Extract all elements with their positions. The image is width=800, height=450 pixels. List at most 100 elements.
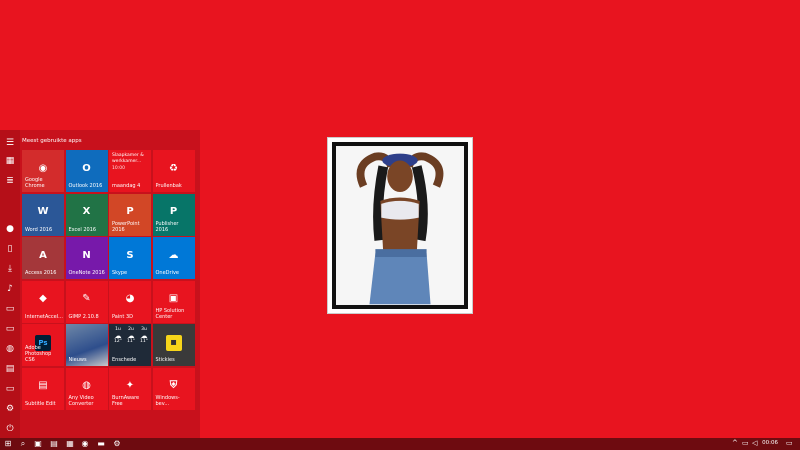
outlook-taskbar-icon[interactable]: ▤ [49,439,59,449]
weather-forecast-col: 2u ☁ 11° [125,327,137,345]
network-tray-icon[interactable]: ▭ [742,439,749,447]
gimp-icon: ✎ [82,293,91,305]
tile-label: Prullenbak [155,183,182,189]
tile-skype[interactable]: S Skype [109,237,151,279]
stickies-icon: ▪ [165,334,182,351]
chrome-icon: ◉ [38,162,48,174]
chrome-taskbar-icon[interactable]: ◉ [80,439,90,449]
video-converter-icon: ◍ [82,380,91,392]
user-avatar-icon[interactable]: ● [3,222,17,236]
downloads-icon[interactable]: ⤓ [3,262,17,276]
tile-label: Google Chrome [25,177,45,189]
subtitle-edit-icon: ▤ [38,380,48,392]
all-apps-icon[interactable]: ≣ [3,174,17,188]
tile-label: Paint 3D [112,313,133,320]
tile-news[interactable]: Nieuws [65,324,108,366]
word-icon: W [37,206,49,218]
tile-weather[interactable]: 1u ☁ 12° 2u ☁ 11° 3u ☁ 11° Enschede [109,324,151,366]
photo-image [336,146,464,305]
tile-excel[interactable]: X Excel 2016 [65,193,108,236]
file-explorer-icon[interactable]: ▭ [3,382,17,396]
tile-label: Excel 2016 [68,226,97,233]
tiles-view-icon[interactable]: ▦ [3,154,17,168]
tile-hp[interactable]: ▣ HP Solution Center [152,280,195,323]
tray-chevron-icon[interactable]: ^ [732,439,738,447]
settings-taskbar-icon[interactable]: ⚙ [112,439,122,449]
calendar-event-time: 10:00 [112,166,125,171]
documents-icon[interactable]: ▯ [3,242,17,256]
start-menu: ☰ ▦ ≣ ● ▯ ⤓ ♪ ▭ ▭ ◍ ▤ ▭ ⚙ ⏻ Meest gebrui… [0,130,200,438]
photo-frame [332,142,468,309]
weather-forecast-col: 1u ☁ 12° [112,327,124,345]
settings-gear-icon[interactable]: ⚙ [3,402,17,416]
tile-label: Enschede [112,357,137,363]
hamburger-menu-icon[interactable]: ☰ [3,136,17,150]
section-title: Meest gebruikte apps [22,138,82,144]
onedrive-icon: ☁ [168,249,179,261]
tile-burnaware[interactable]: ✦ BurnAware Free [109,367,151,410]
tile-label: Publisher 2016 [155,220,179,233]
tile-onenote[interactable]: N OneNote 2016 [65,237,108,279]
tile-subtitle-edit[interactable]: ▤ Subtitle Edit [22,367,64,410]
windows-start-icon[interactable]: ⊞ [3,439,13,449]
videos-icon[interactable]: ▭ [3,322,17,336]
tile-access[interactable]: A Access 2016 [22,237,64,279]
tile-word[interactable]: W Word 2016 [22,193,64,236]
powerpoint-icon: P [126,206,134,218]
tile-calendar[interactable]: Slaapkamer & werkkamer... 10:00 maandag 4 [109,150,151,192]
tile-label: Stickies [155,357,175,363]
tile-powerpoint[interactable]: P PowerPoint 2016 [109,193,151,236]
tile-label: Skype [112,270,128,276]
tile-publisher[interactable]: P Publisher 2016 [152,193,195,236]
tile-internet-accelerator[interactable]: ◆ InternetAccel... [22,280,64,323]
power-icon[interactable]: ⏻ [3,422,17,436]
tile-label: Outlook 2016 [68,183,103,189]
task-view-icon[interactable]: ▣ [33,439,43,449]
network-icon[interactable]: ◍ [3,342,17,356]
desktop-photo[interactable] [327,137,473,314]
tile-label: Subtitle Edit [25,400,56,407]
tile-gimp[interactable]: ✎ GIMP 2.10.8 [65,280,108,323]
personal-folder-icon[interactable]: ▤ [3,362,17,376]
publisher-icon: P [169,206,178,218]
tile-stickies[interactable]: ▪ Stickies [152,324,195,366]
tile-label: Adobe Photoshop CS6 [25,345,52,363]
tile-photoshop[interactable]: Ps Adobe Photoshop CS6 [22,324,64,366]
tile-outlook[interactable]: O Outlook 2016 [65,150,108,192]
onenote-icon: N [82,249,91,261]
internet-accelerator-icon: ◆ [39,293,47,305]
tile-paint3d[interactable]: ◕ Paint 3D [109,280,151,323]
paint3d-icon: ◕ [125,293,135,305]
action-center-icon[interactable]: ▭ [786,439,793,447]
file-explorer-taskbar-icon[interactable]: ▬ [96,439,106,449]
recycle-bin-icon: ♻ [169,162,178,174]
burnaware-icon: ✦ [125,380,135,392]
calendar-taskbar-icon[interactable]: ▦ [65,439,75,449]
hp-icon: ▣ [168,293,179,305]
tile-label: GIMP 2.10.8 [68,313,99,320]
weather-forecast-col: 3u ☁ 11° [138,327,150,345]
tile-onedrive[interactable]: ☁ OneDrive [152,237,195,279]
music-icon[interactable]: ♪ [3,282,17,296]
tile-label: Access 2016 [25,270,57,276]
volume-tray-icon[interactable]: ◁ [752,439,757,447]
tile-label: HP Solution Center [155,307,185,320]
weather-temp: 11° [140,339,148,344]
outlook-icon: O [82,162,91,174]
tile-video-converter[interactable]: ◍ Any Video Converter [65,367,108,410]
clock[interactable]: 00:06 [762,440,778,446]
start-rail: ☰ ▦ ≣ ● ▯ ⤓ ♪ ▭ ▭ ◍ ▤ ▭ ⚙ ⏻ [0,130,20,438]
search-icon[interactable]: ⌕ [18,439,28,449]
tile-label: OneDrive [155,270,180,276]
access-icon: A [39,249,47,261]
tile-recycle-bin[interactable]: ♻ Prullenbak [152,150,195,192]
tile-windows-security[interactable]: ⛨ Windows-bev... [152,367,195,410]
tile-label: BurnAware Free [112,394,140,407]
pictures-icon[interactable]: ▭ [3,302,17,316]
tile-chrome[interactable]: ◉ Google Chrome [22,150,64,192]
windows-security-icon: ⛨ [169,380,178,392]
excel-icon: X [82,206,91,218]
tile-label: OneNote 2016 [68,270,105,276]
weather-temp: 12° [114,339,122,344]
tile-label: Word 2016 [25,226,53,233]
